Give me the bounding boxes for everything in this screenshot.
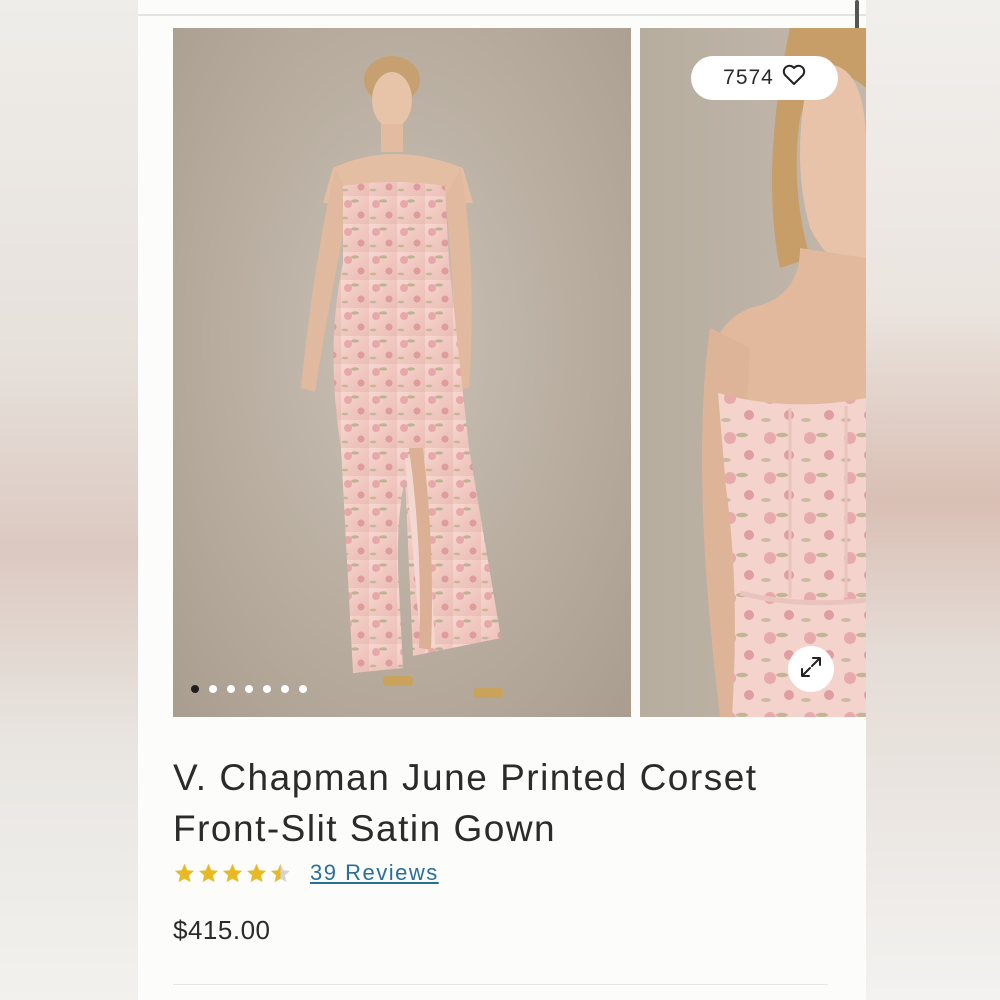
favorite-button[interactable]: 7574 [691,56,838,100]
carousel-dot[interactable] [191,685,199,693]
right-blur-margin [866,0,1000,1000]
product-rating[interactable]: 39 Reviews [173,860,439,886]
top-divider [138,14,866,16]
product-title: V. Chapman June Printed Corset Front-Sli… [173,752,853,854]
expand-image-button[interactable] [788,646,834,692]
star-icon [198,863,219,882]
carousel-dot[interactable] [299,685,307,693]
carousel-dot[interactable] [227,685,235,693]
carousel-dot[interactable] [209,685,217,693]
product-price: $415.00 [173,915,271,945]
product-title-line1: V. Chapman June Printed Corset [173,757,758,798]
star-icon [246,863,267,882]
product-title-line2: Front-Slit Satin Gown [173,808,557,849]
favorite-count: 7574 [723,66,774,89]
scroll-indicator [855,0,859,30]
reviews-link[interactable]: 39 Reviews [310,860,439,886]
carousel-dots[interactable] [191,685,307,693]
product-page: 7574 V. Chapman June Printed Corset Fron… [138,0,866,1000]
rating-stars [173,862,292,885]
model-illustration [301,56,503,698]
product-image-gallery[interactable]: 7574 [173,28,866,717]
product-photo-closeup[interactable] [640,28,866,717]
carousel-dot[interactable] [263,685,271,693]
carousel-dot[interactable] [245,685,253,693]
heart-icon [782,64,806,92]
star-icon [222,863,243,882]
expand-arrows-icon [799,655,823,684]
bottom-divider [173,984,828,985]
star-icon [174,863,195,882]
carousel-dot[interactable] [281,685,289,693]
model-closeup-illustration [702,28,866,717]
left-blur-margin [0,0,138,1000]
product-photo-full-length[interactable] [173,28,631,717]
star-icon [270,863,291,882]
